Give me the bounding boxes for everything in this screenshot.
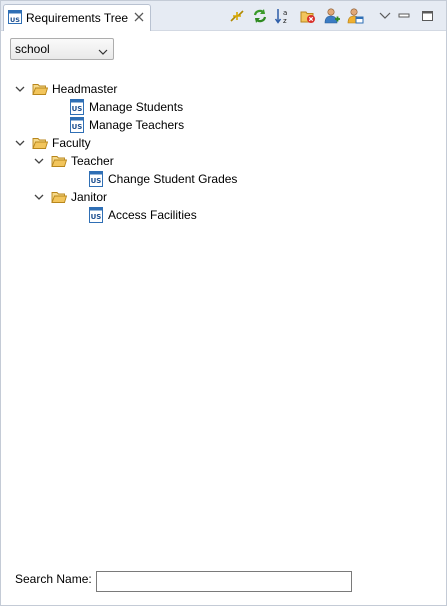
refresh-icon[interactable] [251, 7, 269, 25]
tree-folder-node[interactable]: Headmaster [1, 80, 446, 98]
expand-chevron-icon[interactable] [14, 83, 26, 95]
tree-node-label: Janitor [71, 190, 108, 204]
view-tab-bar: US Requirements Tree a z [1, 1, 446, 31]
expand-chevron-icon[interactable] [14, 137, 26, 149]
view-menu-chevron-icon[interactable] [376, 7, 394, 25]
tree-story-node[interactable]: US Manage Teachers [1, 116, 446, 134]
svg-text:US: US [91, 177, 102, 185]
tree-folder-node[interactable]: Faculty [1, 134, 446, 152]
tree-story-node[interactable]: US Access Facilities [1, 206, 446, 224]
tree-story-node[interactable]: US Change Student Grades [1, 170, 446, 188]
project-selector-dropdown[interactable]: school [10, 38, 114, 60]
sort-az-icon[interactable]: a z [274, 7, 292, 25]
tree-node-label: Access Facilities [108, 208, 197, 222]
tree-story-node[interactable]: US Manage Students [1, 98, 446, 116]
collapse-all-icon[interactable] [228, 7, 246, 25]
tree-node-label: Change Student Grades [108, 172, 238, 186]
svg-text:a: a [283, 9, 287, 17]
svg-text:US: US [72, 105, 83, 113]
expand-chevron-icon[interactable] [33, 191, 45, 203]
svg-text:US: US [10, 16, 20, 24]
project-selector-value: school [15, 42, 50, 56]
tree-node-label: Manage Teachers [89, 118, 185, 132]
tree-folder-node[interactable]: Janitor [1, 188, 446, 206]
folder-open-icon [51, 153, 68, 169]
search-name-input[interactable] [96, 571, 352, 592]
user-story-icon: US [88, 171, 104, 187]
minimize-icon[interactable] [396, 7, 414, 25]
folder-open-icon [32, 135, 49, 151]
user-story-icon: US [69, 99, 85, 115]
add-user-story-icon[interactable] [346, 7, 364, 25]
svg-text:US: US [91, 213, 102, 221]
folder-open-icon [32, 81, 49, 97]
maximize-icon[interactable] [419, 7, 437, 25]
chevron-down-icon [98, 45, 108, 55]
tree-node-label: Manage Students [89, 100, 184, 114]
folder-open-icon [51, 189, 68, 205]
user-story-icon: US [69, 117, 85, 133]
user-story-icon: US [88, 207, 104, 223]
search-name-label: Search Name: [15, 572, 92, 586]
add-actor-icon[interactable] [323, 7, 341, 25]
tree-node-label: Faculty [52, 136, 91, 150]
tab-title: Requirements Tree [26, 11, 129, 25]
tree-node-label: Headmaster [52, 82, 118, 96]
delete-requirement-icon[interactable] [299, 7, 317, 25]
svg-text:US: US [72, 123, 83, 131]
tree-folder-node[interactable]: Teacher [1, 152, 446, 170]
expand-chevron-icon[interactable] [33, 155, 45, 167]
user-story-icon: US [8, 10, 22, 24]
tab-requirements-tree[interactable]: US Requirements Tree [3, 4, 151, 31]
tree-node-label: Teacher [71, 154, 114, 168]
requirements-tree-view: US Requirements Tree a z school Headmast… [0, 0, 447, 606]
close-icon[interactable] [133, 11, 145, 23]
svg-text:z: z [283, 17, 287, 25]
